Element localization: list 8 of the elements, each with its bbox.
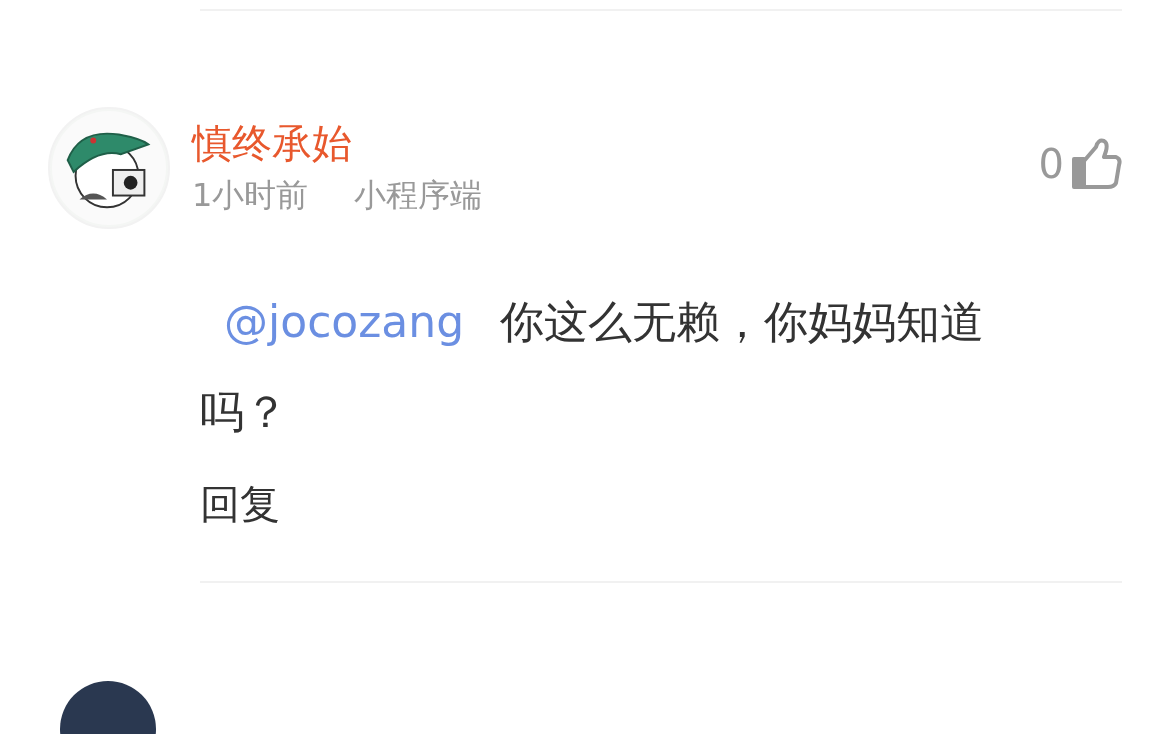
post-source: 小程序端 xyxy=(354,175,483,215)
comment-text: @jocozang 你这么无赖，你妈妈知道吗？ xyxy=(200,295,986,439)
reply-link[interactable]: 回复 xyxy=(200,479,280,529)
mention-link[interactable]: @jocozang xyxy=(200,296,465,347)
like-count: 0 xyxy=(1038,140,1064,189)
post-time: 1小时前 xyxy=(192,175,309,215)
thumbs-up-icon[interactable] xyxy=(1072,137,1122,191)
author-name[interactable]: 慎终承始 xyxy=(192,117,1039,169)
